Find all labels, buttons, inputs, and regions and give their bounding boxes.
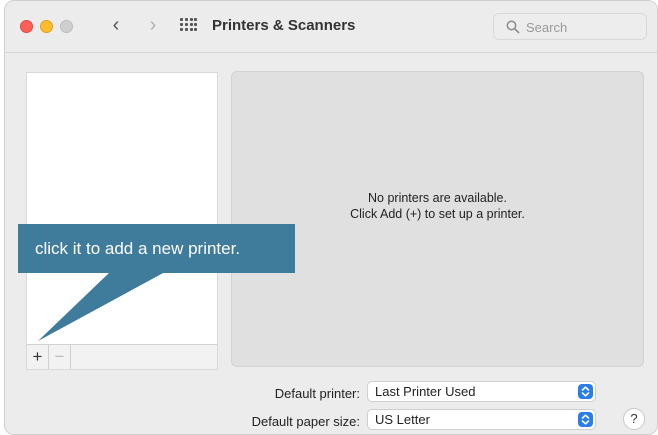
select-chevron-icon	[578, 412, 593, 427]
help-button[interactable]: ?	[623, 408, 645, 430]
printer-detail-panel: No printers are available. Click Add (+)…	[231, 71, 644, 367]
minimize-button[interactable]	[40, 20, 53, 33]
show-all-grid-icon[interactable]	[180, 18, 197, 33]
tutorial-callout: click it to add a new printer.	[18, 224, 295, 273]
default-printer-value: Last Printer Used	[375, 384, 476, 399]
default-paper-select[interactable]: US Letter	[367, 409, 596, 430]
zoom-button[interactable]	[60, 20, 73, 33]
close-button[interactable]	[20, 20, 33, 33]
back-button[interactable]: ‹	[105, 14, 127, 38]
empty-message: No printers are available. Click Add (+)…	[232, 190, 643, 222]
default-printer-label: Default printer:	[274, 386, 360, 401]
add-printer-button[interactable]: +	[27, 345, 49, 369]
window-title: Printers & Scanners	[212, 17, 356, 34]
default-paper-label: Default paper size:	[251, 414, 360, 429]
empty-message-line2: Click Add (+) to set up a printer.	[350, 207, 525, 221]
forward-button[interactable]: ›	[142, 14, 164, 38]
remove-printer-button[interactable]: −	[49, 345, 71, 369]
printers-scanners-window: ‹ › Printers & Scanners Search + − No pr…	[4, 0, 658, 435]
search-placeholder: Search	[526, 20, 568, 35]
printer-list[interactable]: + −	[26, 72, 218, 370]
search-field[interactable]: Search	[493, 13, 647, 40]
empty-message-line1: No printers are available.	[368, 191, 507, 205]
titlebar: ‹ › Printers & Scanners Search	[5, 1, 657, 53]
printer-list-toolbar: + −	[27, 344, 217, 369]
select-chevron-icon	[578, 384, 593, 399]
default-printer-select[interactable]: Last Printer Used	[367, 381, 596, 402]
search-icon	[506, 20, 520, 34]
default-paper-value: US Letter	[375, 412, 430, 427]
